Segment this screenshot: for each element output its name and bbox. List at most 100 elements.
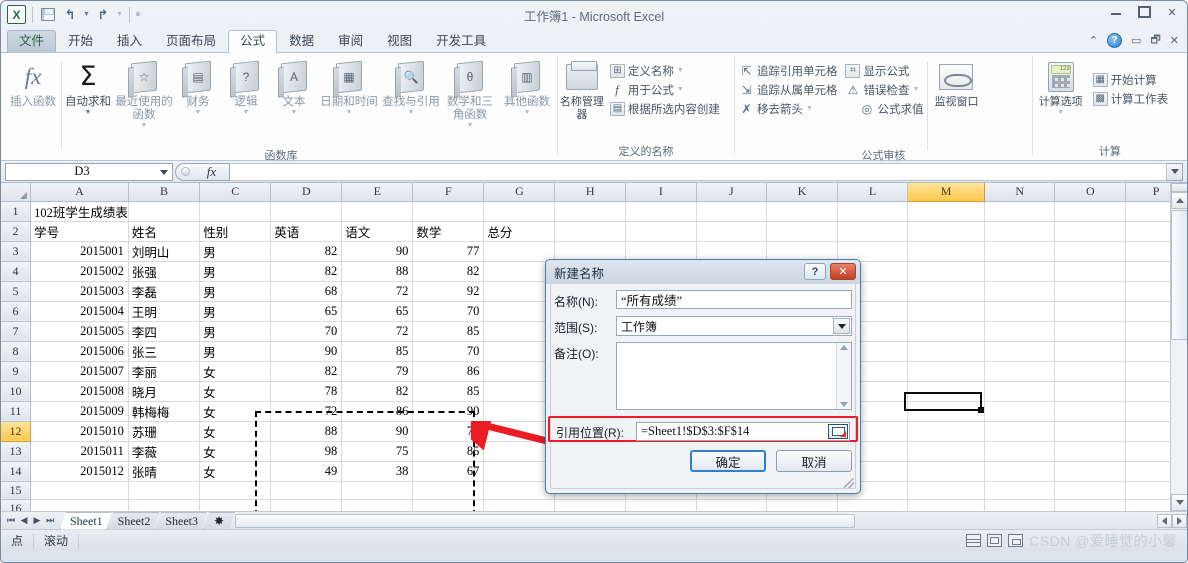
- chevron-down-icon[interactable]: [833, 318, 850, 334]
- create-from-selection-button[interactable]: ▤ 根据所选内容创建: [606, 99, 724, 118]
- cell-N14[interactable]: [984, 461, 1056, 482]
- cell-D15[interactable]: [270, 481, 343, 500]
- cell-A9[interactable]: 2015007: [30, 361, 129, 382]
- col-header-F[interactable]: F: [412, 183, 485, 202]
- cell-A14[interactable]: 2015012: [30, 461, 129, 482]
- cell-F11[interactable]: 90: [412, 401, 485, 422]
- close-button[interactable]: ✕: [1165, 6, 1179, 19]
- col-header-I[interactable]: I: [625, 183, 697, 202]
- scroll-right-button[interactable]: [1172, 513, 1187, 528]
- scroll-left-button[interactable]: [1157, 513, 1172, 528]
- row-header-10[interactable]: 10: [1, 380, 32, 402]
- col-header-N[interactable]: N: [983, 183, 1056, 202]
- cell-E4[interactable]: 88: [341, 261, 414, 282]
- cell-M15[interactable]: [907, 481, 985, 500]
- cell-C6[interactable]: 男: [199, 301, 272, 322]
- cell-O1[interactable]: [1054, 201, 1127, 222]
- cell-M5[interactable]: [907, 281, 985, 302]
- cell-A2[interactable]: 学号: [30, 221, 129, 242]
- remove-arrows-dropdown-icon[interactable]: ▼: [806, 105, 813, 112]
- cell-I1[interactable]: [625, 201, 697, 222]
- refers-to-input[interactable]: =Sheet1!$D$3:$F$14: [636, 421, 850, 441]
- cell-F2[interactable]: 数学: [412, 221, 485, 242]
- cell-N11[interactable]: [984, 401, 1056, 422]
- row-header-14[interactable]: 14: [1, 460, 32, 482]
- cell-N2[interactable]: [984, 221, 1056, 242]
- cell-G3[interactable]: [483, 241, 556, 262]
- cell-M2[interactable]: [907, 221, 985, 242]
- cell-N7[interactable]: [984, 321, 1056, 342]
- cell-C4[interactable]: 男: [199, 261, 272, 282]
- cell-F12[interactable]: 78: [412, 421, 485, 442]
- cell-C3[interactable]: 男: [199, 241, 272, 262]
- cell-B7[interactable]: 李四: [128, 321, 201, 342]
- cell-O7[interactable]: [1054, 321, 1127, 342]
- row-header-7[interactable]: 7: [1, 320, 32, 342]
- insert-function-button[interactable]: fx 插入函数: [5, 58, 61, 109]
- cell-D2[interactable]: 英语: [270, 221, 343, 242]
- cell-O10[interactable]: [1054, 381, 1127, 402]
- cell-F1[interactable]: [412, 201, 485, 222]
- financial-dropdown-icon[interactable]: ▼: [195, 109, 202, 116]
- scroll-down-button[interactable]: [1171, 494, 1187, 511]
- error-checking-button[interactable]: ⚠ 错误检查 ▼: [841, 80, 927, 99]
- cell-A7[interactable]: 2015005: [30, 321, 129, 342]
- cell-E12[interactable]: 90: [341, 421, 414, 442]
- cell-C16[interactable]: [199, 499, 272, 511]
- new-sheet-icon[interactable]: ✸: [203, 512, 235, 530]
- cell-O4[interactable]: [1054, 261, 1127, 282]
- row-header-2[interactable]: 2: [1, 220, 32, 242]
- cell-E11[interactable]: 86: [341, 401, 414, 422]
- cell-N16[interactable]: [984, 499, 1056, 511]
- lookup-reference-button[interactable]: 🔍 查找与引用 ▼: [380, 58, 442, 116]
- cell-M14[interactable]: [907, 461, 985, 482]
- row-header-8[interactable]: 8: [1, 340, 32, 362]
- tab-review[interactable]: 审阅: [326, 30, 375, 53]
- name-manager-button[interactable]: 名称管理器: [558, 58, 606, 122]
- cell-K2[interactable]: [766, 221, 838, 242]
- close-window-icon[interactable]: ✕: [1170, 34, 1179, 47]
- col-header-C[interactable]: C: [199, 183, 272, 202]
- cell-N8[interactable]: [984, 341, 1056, 362]
- comment-scroll-up-icon[interactable]: [840, 345, 848, 350]
- logical-button[interactable]: ? 逻辑 ▼: [222, 58, 270, 116]
- cell-M11[interactable]: [907, 401, 985, 422]
- last-sheet-button[interactable]: ⏭: [44, 515, 56, 526]
- cell-N3[interactable]: [984, 241, 1056, 262]
- horizontal-scroll-thumb[interactable]: [235, 513, 856, 528]
- cell-A5[interactable]: 2015003: [30, 281, 129, 302]
- cell-B8[interactable]: 张三: [128, 341, 201, 362]
- logical-dropdown-icon[interactable]: ▼: [243, 109, 250, 116]
- cell-G1[interactable]: [483, 201, 556, 222]
- cell-O13[interactable]: [1054, 441, 1127, 462]
- tab-view[interactable]: 视图: [375, 30, 424, 53]
- cell-E3[interactable]: 90: [341, 241, 414, 262]
- cell-E1[interactable]: [341, 201, 414, 222]
- cell-D6[interactable]: 65: [270, 301, 343, 322]
- financial-button[interactable]: ▤ 财务 ▼: [174, 58, 222, 116]
- calculation-options-dropdown-icon[interactable]: ▼: [1057, 109, 1064, 116]
- cell-F9[interactable]: 86: [412, 361, 485, 382]
- cell-D14[interactable]: 49: [270, 461, 343, 482]
- cell-B13[interactable]: 李薇: [128, 441, 201, 462]
- dialog-close-icon[interactable]: ✕: [830, 263, 856, 280]
- cell-I3[interactable]: [625, 241, 697, 262]
- lookup-reference-dropdown-icon[interactable]: ▼: [408, 109, 415, 116]
- cell-B15[interactable]: [128, 481, 201, 500]
- autosum-dropdown-icon[interactable]: ▼: [85, 109, 92, 116]
- cell-C9[interactable]: 女: [199, 361, 272, 382]
- vertical-scroll-thumb[interactable]: [1171, 210, 1187, 340]
- evaluate-formula-button[interactable]: ◎ 公式求值: [841, 99, 927, 118]
- cell-N10[interactable]: [984, 381, 1056, 402]
- scope-field-select[interactable]: 工作簿: [616, 316, 852, 336]
- restore-window-icon[interactable]: 🗗: [1150, 31, 1160, 50]
- cell-B9[interactable]: 李丽: [128, 361, 201, 382]
- col-header-O[interactable]: O: [1054, 183, 1127, 202]
- cell-E2[interactable]: 语文: [341, 221, 414, 242]
- dialog-resize-handle[interactable]: [844, 478, 854, 488]
- cell-E14[interactable]: 38: [341, 461, 414, 482]
- use-in-formula-dropdown-icon[interactable]: ▼: [677, 86, 684, 93]
- cell-D12[interactable]: 88: [270, 421, 343, 442]
- more-functions-button[interactable]: ▥ 其他函数 ▼: [498, 58, 556, 116]
- cell-D16[interactable]: [270, 499, 343, 511]
